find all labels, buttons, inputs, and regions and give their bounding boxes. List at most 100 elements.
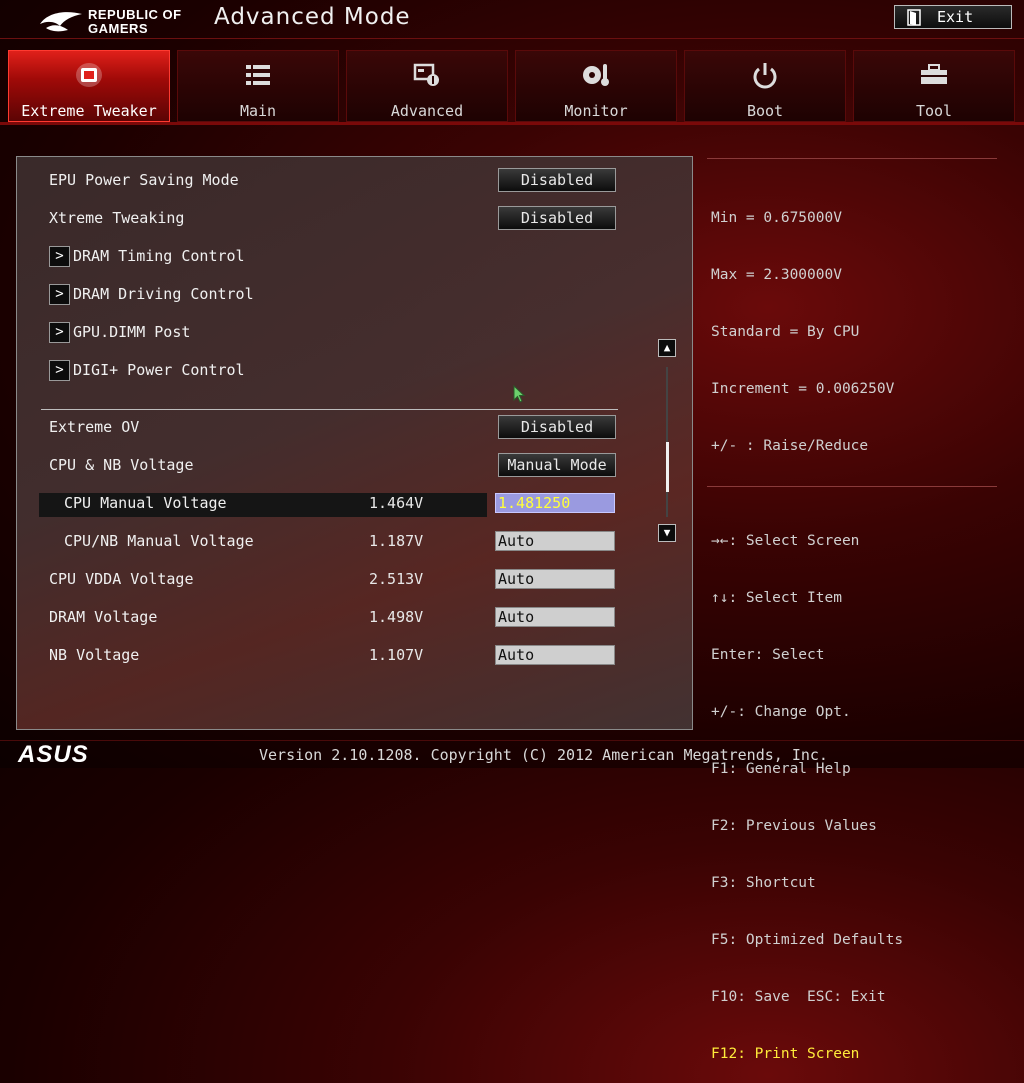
tab-boot[interactable]: Boot	[684, 50, 846, 122]
submenu-gpu-dimm-post[interactable]: > GPU.DIMM Post	[49, 320, 649, 346]
power-icon	[753, 63, 777, 89]
help-line: Min = 0.675000V	[711, 210, 842, 226]
chevron-right-icon: >	[49, 360, 70, 381]
settings-panel: EPU Power Saving Mode Disabled Xtreme Tw…	[16, 156, 693, 730]
help-mid-divider	[707, 486, 997, 487]
tab-main[interactable]: Main	[177, 50, 339, 122]
dram-voltage-input[interactable]: Auto	[495, 607, 615, 627]
submenu-dram-timing-control[interactable]: > DRAM Timing Control	[49, 244, 649, 270]
tab-label: Boot	[746, 102, 784, 120]
tab-label: Advanced	[390, 102, 464, 120]
xtreme-tweaking-select[interactable]: Disabled	[498, 206, 616, 230]
header-divider	[0, 38, 1024, 39]
setting-dram-voltage[interactable]: DRAM Voltage 1.498V Auto	[49, 605, 649, 631]
footer-divider	[0, 740, 1024, 741]
submenu-label: DRAM Driving Control	[73, 285, 254, 303]
setting-label: CPU Manual Voltage	[64, 494, 227, 512]
logo-line2: GAMERS	[88, 21, 149, 36]
tabbar-divider	[0, 122, 1024, 125]
voltage-reading: 1.498V	[369, 608, 424, 626]
setting-label: DRAM Voltage	[49, 608, 158, 626]
setting-label: Extreme OV	[49, 418, 140, 436]
thermometer-fan-icon	[583, 64, 609, 86]
section-divider	[41, 409, 618, 410]
submenu-label: GPU.DIMM Post	[73, 323, 191, 341]
nb-voltage-input[interactable]: Auto	[495, 645, 615, 665]
cpu-manual-voltage-input[interactable]: 1.481250	[495, 493, 615, 513]
voltage-reading: 1.187V	[369, 532, 424, 550]
setting-cpu-nb-voltage[interactable]: CPU & NB Voltage Manual Mode	[49, 453, 649, 479]
setting-epu-power-saving[interactable]: EPU Power Saving Mode Disabled	[49, 168, 649, 194]
extreme-ov-select[interactable]: Disabled	[498, 415, 616, 439]
cpu-nb-voltage-select[interactable]: Manual Mode	[498, 453, 616, 477]
key-help-line: F3: Shortcut	[711, 875, 816, 891]
setting-label: NB Voltage	[49, 646, 140, 664]
asus-logo: ASUS	[17, 741, 89, 765]
chevron-right-icon: >	[49, 322, 70, 343]
setting-cpu-vdda-voltage[interactable]: CPU VDDA Voltage 2.513V Auto	[49, 567, 649, 593]
tab-label: Main	[239, 102, 277, 120]
setting-xtreme-tweaking[interactable]: Xtreme Tweaking Disabled	[49, 206, 649, 232]
tab-monitor[interactable]: Monitor	[515, 50, 677, 122]
cpu-vdda-voltage-input[interactable]: Auto	[495, 569, 615, 589]
help-line: +/- : Raise/Reduce	[711, 438, 869, 454]
setting-label: CPU VDDA Voltage	[49, 570, 194, 588]
advanced-settings-icon	[413, 63, 439, 86]
mouse-cursor-icon	[513, 385, 525, 403]
print-screen-hint: F12: Print Screen	[711, 1046, 860, 1062]
chevron-right-icon: >	[49, 284, 70, 305]
chevron-right-icon: >	[49, 246, 70, 267]
setting-extreme-ov[interactable]: Extreme OV Disabled	[49, 415, 649, 441]
tab-label: Monitor	[564, 102, 628, 120]
setting-cpu-nb-manual-voltage[interactable]: CPU/NB Manual Voltage 1.187V Auto	[49, 529, 649, 555]
help-line: Increment = 0.006250V	[711, 381, 895, 397]
tab-extreme-tweaker[interactable]: Extreme Tweaker	[8, 50, 170, 122]
setting-label: CPU & NB Voltage	[49, 456, 194, 474]
page-title: Advanced Mode	[214, 4, 411, 30]
key-help-line: F2: Previous Values	[711, 818, 877, 834]
setting-nb-voltage[interactable]: NB Voltage 1.107V Auto	[49, 643, 649, 669]
toolbox-icon	[921, 64, 947, 84]
item-help: Min = 0.675000V Max = 2.300000V Standard…	[711, 171, 894, 475]
submenu-label: DRAM Timing Control	[73, 247, 245, 265]
key-help-line: F5: Optimized Defaults	[711, 932, 904, 948]
scroll-down-button[interactable]: ▼	[658, 524, 676, 542]
list-icon	[246, 65, 270, 85]
epu-power-saving-select[interactable]: Disabled	[498, 168, 616, 192]
tab-tool[interactable]: Tool	[853, 50, 1015, 122]
setting-label: EPU Power Saving Mode	[49, 171, 239, 189]
chip-icon	[76, 63, 102, 87]
version-info: Version 2.10.1208. Copyright (C) 2012 Am…	[259, 746, 828, 764]
logo-line1: REPUBLIC OF	[88, 7, 182, 22]
voltage-reading: 1.107V	[369, 646, 424, 664]
key-help-line: F10: Save ESC: Exit	[711, 989, 886, 1005]
tab-label: Tool	[915, 102, 953, 120]
exit-label: Exit	[937, 8, 974, 26]
key-help-line: ↑↓: Select Item	[711, 590, 842, 606]
key-help-line: +/-: Change Opt.	[711, 704, 851, 720]
submenu-dram-driving-control[interactable]: > DRAM Driving Control	[49, 282, 649, 308]
help-top-divider	[707, 158, 997, 159]
exit-door-icon	[907, 9, 921, 26]
submenu-digi-power-control[interactable]: > DIGI+ Power Control	[49, 358, 649, 384]
voltage-reading: 2.513V	[369, 570, 424, 588]
help-line: Standard = By CPU	[711, 324, 860, 340]
scroll-up-button[interactable]: ▲	[658, 339, 676, 357]
rog-eye-icon	[40, 12, 82, 32]
exit-button[interactable]: Exit	[894, 5, 1012, 29]
cpu-nb-manual-voltage-input[interactable]: Auto	[495, 531, 615, 551]
key-help: →←: Select Screen ↑↓: Select Item Enter:…	[711, 494, 903, 1083]
submenu-label: DIGI+ Power Control	[73, 361, 245, 379]
key-help-line: →←: Select Screen	[711, 533, 860, 549]
tab-label: Extreme Tweaker	[21, 102, 157, 120]
setting-cpu-manual-voltage[interactable]: CPU Manual Voltage 1.464V 1.481250	[49, 491, 649, 517]
help-line: Max = 2.300000V	[711, 267, 842, 283]
key-help-line: Enter: Select	[711, 647, 825, 663]
scrollbar-thumb[interactable]	[666, 442, 669, 492]
rog-logo: REPUBLIC OF GAMERS	[18, 4, 188, 36]
voltage-reading: 1.464V	[369, 494, 424, 512]
tab-advanced[interactable]: Advanced	[346, 50, 508, 122]
setting-label: Xtreme Tweaking	[49, 209, 185, 227]
setting-label: CPU/NB Manual Voltage	[64, 532, 254, 550]
asus-logo-text: ASUS	[17, 741, 89, 765]
